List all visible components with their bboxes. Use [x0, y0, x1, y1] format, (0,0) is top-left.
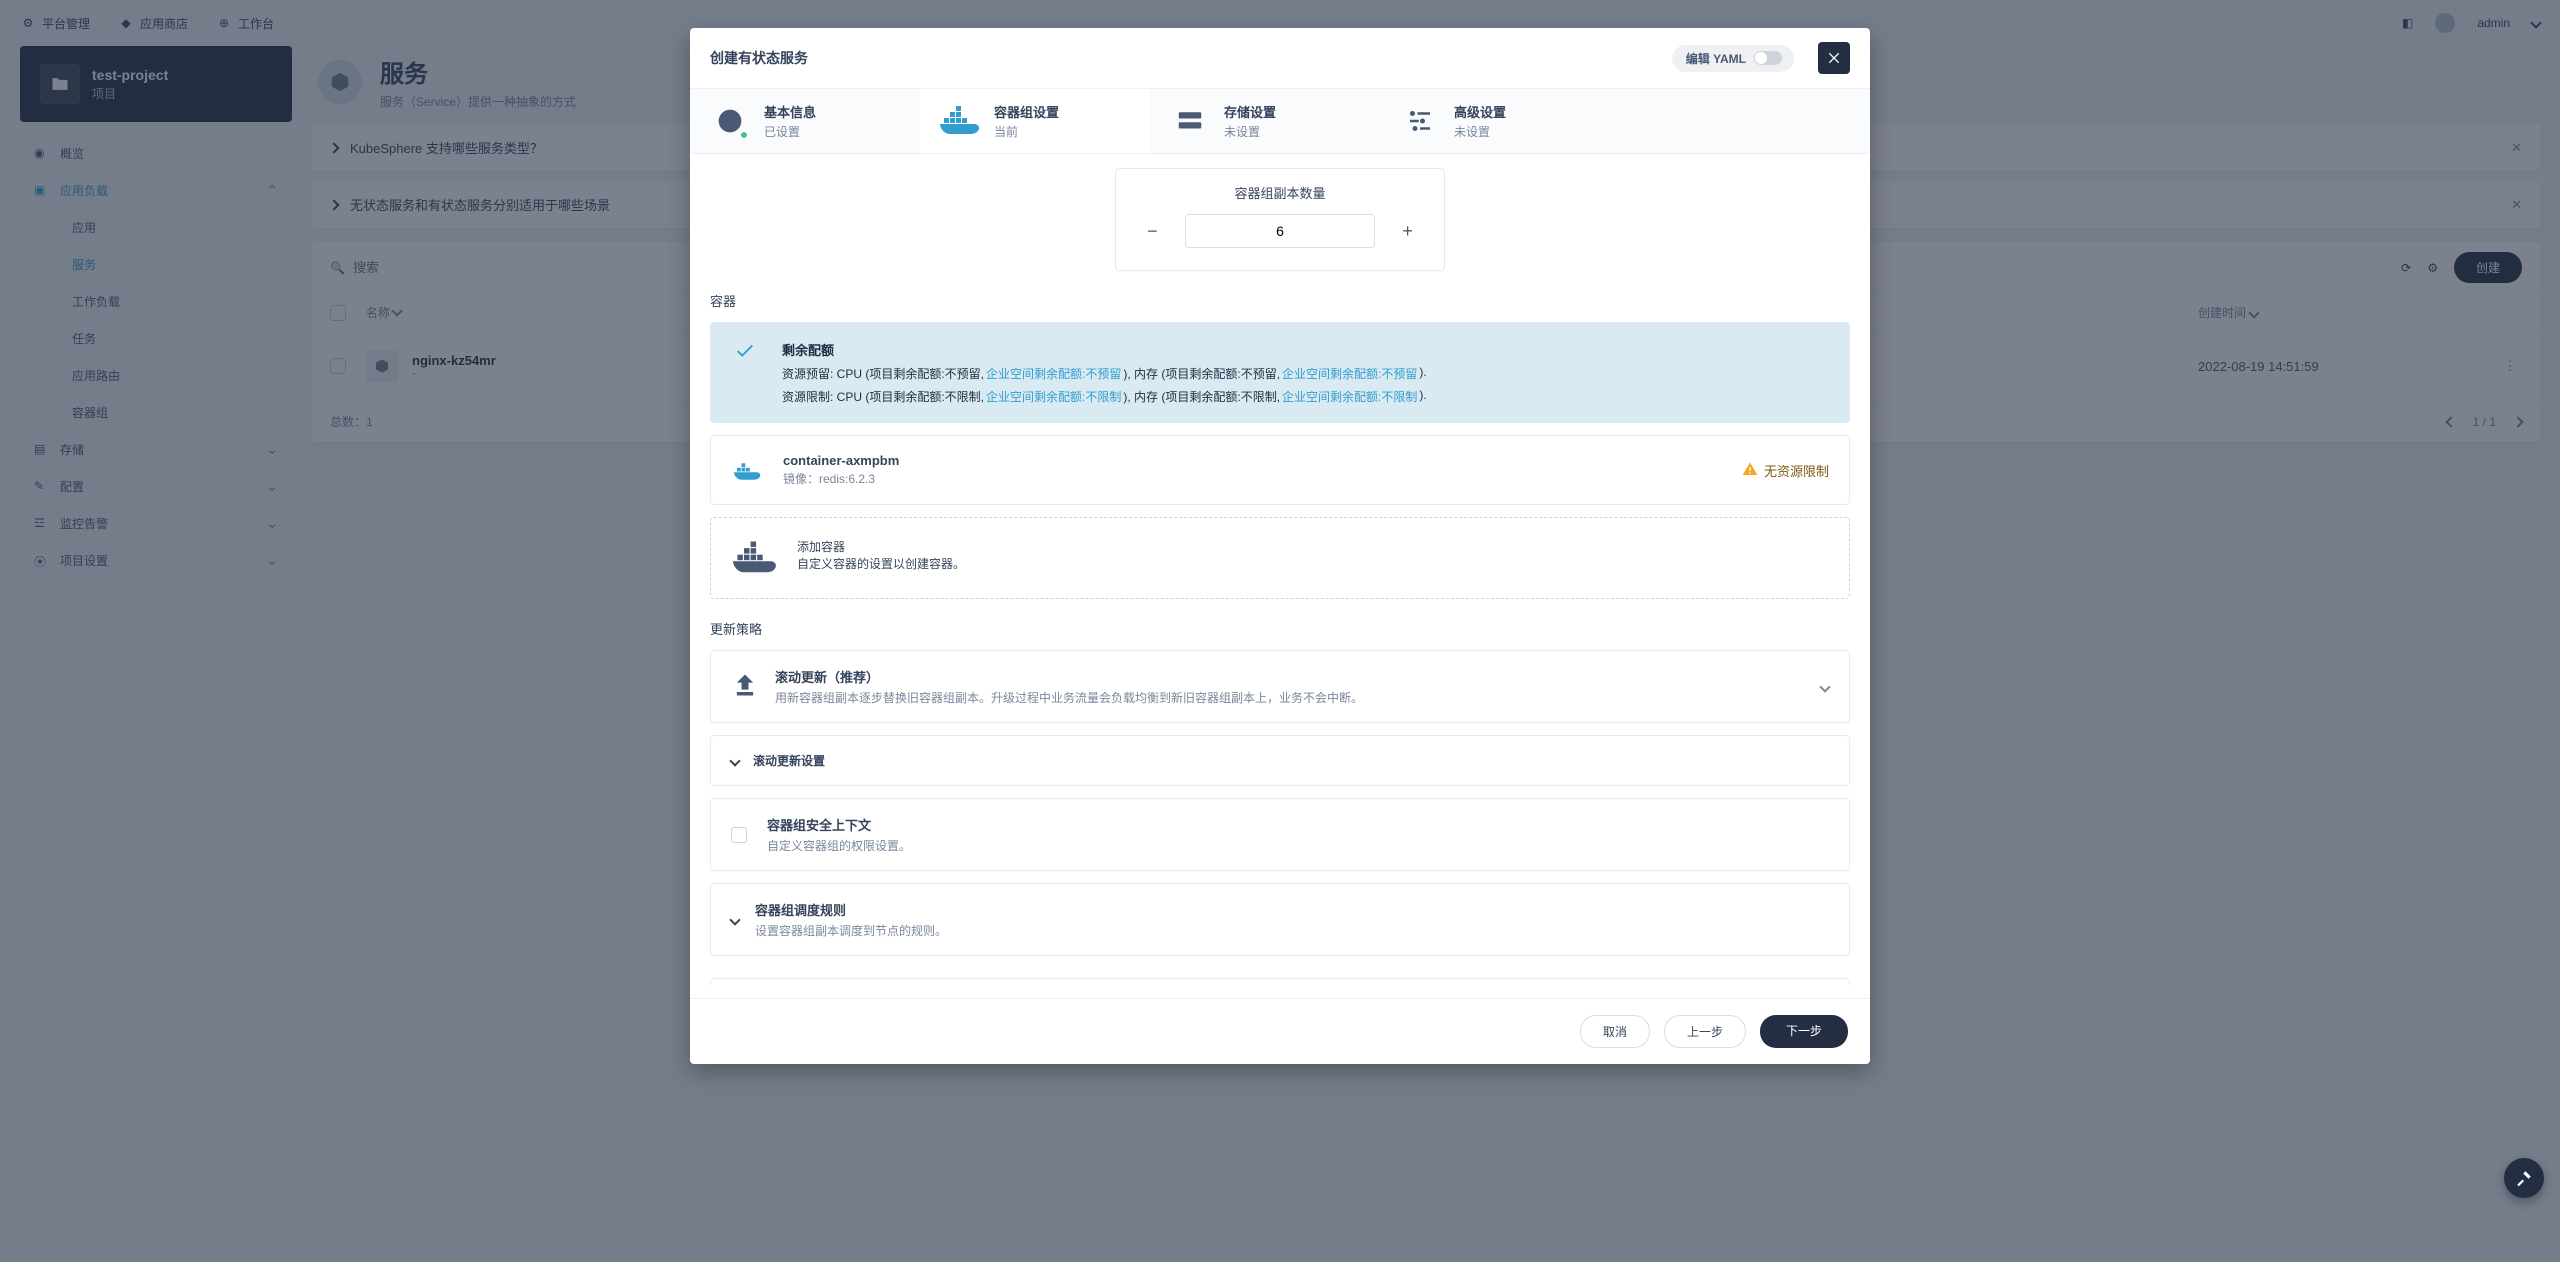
help-fab[interactable]: [2504, 1158, 2544, 1198]
chevron-down-icon: [731, 754, 739, 768]
tab-container[interactable]: 容器组设置 当前: [920, 89, 1150, 153]
prev-button[interactable]: 上一步: [1664, 1015, 1746, 1048]
replica-label: 容器组副本数量: [1140, 183, 1420, 202]
container-warning-text: 无资源限制: [1764, 461, 1829, 480]
tab-status: 未设置: [1454, 123, 1506, 140]
quota-line1-pre: 资源预留: CPU (项目剩余配额:不预留,: [782, 365, 984, 382]
tab-status: 已设置: [764, 123, 816, 140]
tab-storage[interactable]: 存储设置 未设置: [1150, 89, 1380, 153]
replica-decrement[interactable]: −: [1140, 216, 1165, 246]
quota-link[interactable]: 企业空间剩余配额:不预留: [986, 365, 1121, 382]
warning-icon: [1742, 461, 1758, 480]
quota-link[interactable]: 企业空间剩余配额:不预留: [1282, 365, 1417, 382]
replica-increment[interactable]: +: [1395, 216, 1420, 246]
scheduling-rules-row[interactable]: 容器组调度规则 设置容器组副本调度到节点的规则。: [710, 883, 1850, 956]
tab-storage-icon: [1170, 101, 1210, 141]
rolling-settings-row[interactable]: 滚动更新设置: [710, 735, 1850, 786]
tab-label: 存储设置: [1224, 102, 1276, 121]
add-container-icon: [731, 538, 779, 578]
quota-line2-post: ).: [1419, 388, 1426, 405]
tab-status: 当前: [994, 123, 1059, 140]
modal-title: 创建有状态服务: [710, 48, 808, 68]
replica-input[interactable]: [1185, 214, 1375, 248]
container-warning: 无资源限制: [1742, 461, 1829, 480]
quota-line2-mid: ), 内存 (项目剩余配额:不限制,: [1123, 388, 1280, 405]
quota-line1-post: ).: [1419, 365, 1426, 382]
edit-yaml-button[interactable]: 编辑 YAML: [1672, 45, 1794, 72]
container-item[interactable]: container-axmpbm 镜像：redis:6.2.3 无资源限制: [710, 435, 1850, 505]
toggle-icon: [1754, 51, 1782, 65]
tab-advanced-icon: [1400, 101, 1440, 141]
security-desc: 自定义容器组的权限设置。: [767, 837, 911, 854]
upload-icon: [731, 671, 759, 702]
replica-stepper: 容器组副本数量 − +: [1115, 168, 1445, 271]
close-button[interactable]: [1818, 42, 1850, 74]
container-icon: [731, 452, 767, 488]
create-service-modal: 创建有状态服务 编辑 YAML 基本信息 已设置: [690, 28, 1870, 1064]
partial-next-row: [710, 978, 1850, 986]
modal-tabs: 基本信息 已设置 容器组设置 当前 存储设置 未设置: [690, 88, 1870, 154]
rolling-desc: 用新容器组副本逐步替换旧容器组副本。升级过程中业务流量会负载均衡到新旧容器组副本…: [775, 689, 1363, 706]
quota-line1-mid: ), 内存 (项目剩余配额:不预留,: [1123, 365, 1280, 382]
tab-advanced[interactable]: 高级设置 未设置: [1380, 89, 1610, 153]
next-button[interactable]: 下一步: [1760, 1015, 1848, 1048]
quota-title: 剩余配额: [782, 340, 1427, 359]
scheduling-desc: 设置容器组副本调度到节点的规则。: [755, 922, 947, 939]
modal-overlay: 创建有状态服务 编辑 YAML 基本信息 已设置: [0, 0, 2560, 1262]
chevron-down-icon[interactable]: [1821, 680, 1829, 694]
quota-line2-pre: 资源限制: CPU (项目剩余配额:不限制,: [782, 388, 984, 405]
container-name: container-axmpbm: [783, 453, 899, 468]
check-icon: [734, 340, 762, 405]
add-container[interactable]: 添加容器 自定义容器的设置以创建容器。: [710, 517, 1850, 599]
cancel-button[interactable]: 取消: [1580, 1015, 1650, 1048]
scheduling-title: 容器组调度规则: [755, 900, 947, 919]
tab-label: 基本信息: [764, 102, 816, 121]
edit-yaml-label: 编辑 YAML: [1686, 50, 1746, 67]
add-container-title: 添加容器: [797, 538, 965, 555]
rolling-update-option[interactable]: 滚动更新（推荐） 用新容器组副本逐步替换旧容器组副本。升级过程中业务流量会负载均…: [710, 650, 1850, 723]
tab-label: 容器组设置: [994, 102, 1059, 121]
quota-link[interactable]: 企业空间剩余配额:不限制: [1282, 388, 1417, 405]
tab-label: 高级设置: [1454, 102, 1506, 121]
hammer-icon: [2515, 1169, 2533, 1187]
rolling-title: 滚动更新（推荐）: [775, 667, 1363, 686]
security-title: 容器组安全上下文: [767, 815, 911, 834]
quota-link[interactable]: 企业空间剩余配额:不限制: [986, 388, 1121, 405]
update-policy-label: 更新策略: [710, 619, 1850, 638]
tab-container-icon: [940, 101, 980, 141]
container-section-label: 容器: [710, 291, 1850, 310]
security-context-row[interactable]: 容器组安全上下文 自定义容器组的权限设置。: [710, 798, 1850, 871]
rolling-settings-label: 滚动更新设置: [753, 752, 825, 769]
chevron-down-icon: [731, 913, 739, 927]
quota-banner: 剩余配额 资源预留: CPU (项目剩余配额:不预留, 企业空间剩余配额:不预留…: [710, 322, 1850, 423]
container-image: redis:6.2.3: [819, 472, 875, 486]
tab-status: 未设置: [1224, 123, 1276, 140]
container-image-label: 镜像：: [783, 472, 819, 486]
add-container-desc: 自定义容器的设置以创建容器。: [797, 555, 965, 572]
tab-basic-icon: [710, 101, 750, 141]
security-checkbox[interactable]: [731, 827, 747, 843]
tab-basic[interactable]: 基本信息 已设置: [690, 89, 920, 153]
